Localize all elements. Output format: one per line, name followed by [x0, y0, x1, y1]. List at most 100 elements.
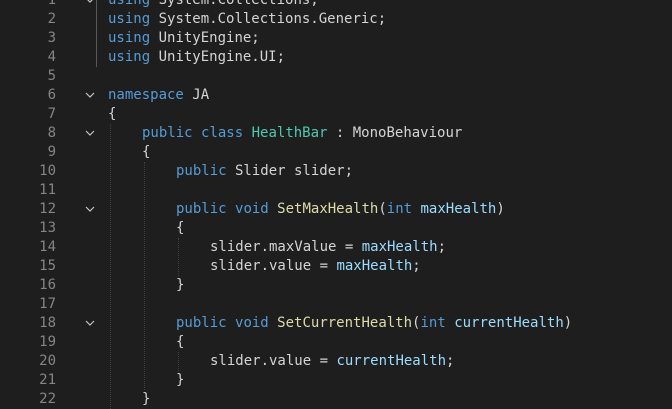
code-token: ) — [563, 315, 573, 331]
code-token: } — [176, 277, 185, 293]
line-number: 10 — [39, 163, 56, 179]
code-token: System.Collections; — [150, 0, 319, 8]
code-line[interactable]: 5 — [0, 67, 672, 86]
line-number: 13 — [39, 220, 56, 236]
code-line[interactable]: 15 slider.value = maxHealth; — [0, 257, 672, 276]
code-token: using — [108, 0, 151, 8]
code-token: void — [235, 315, 269, 331]
code-line[interactable]: 14 slider.maxValue = maxHealth; — [0, 238, 672, 257]
code-token: UnityEngine.UI; — [150, 49, 286, 65]
code-line[interactable]: 19 { — [0, 333, 672, 352]
code-text: public void SetCurrentHealth(int current… — [176, 314, 572, 333]
code-token: maxHealth — [336, 258, 413, 274]
code-line[interactable]: 13 { — [0, 219, 672, 238]
line-number: 6 — [47, 87, 56, 103]
code-token: System.Collections.Generic; — [150, 11, 387, 27]
code-line[interactable]: 8 public class HealthBar : MonoBehaviour — [0, 124, 672, 143]
line-number: 22 — [39, 391, 56, 407]
code-token: using — [108, 49, 151, 65]
code-token: ( — [378, 201, 387, 217]
code-line[interactable]: 12 public void SetMaxHealth(int maxHealth… — [0, 200, 672, 219]
line-number: 5 — [47, 68, 56, 84]
line-number: 17 — [39, 296, 56, 312]
code-text: } — [142, 390, 150, 409]
code-token: using — [108, 11, 151, 27]
code-token: ; — [412, 258, 421, 274]
code-token: SetMaxHealth — [277, 201, 379, 217]
code-token: public — [176, 201, 227, 217]
code-token: public — [176, 163, 227, 179]
code-token: maxHealth — [420, 201, 497, 217]
code-text: using UnityEngine; — [108, 29, 260, 48]
chevron-down-icon[interactable] — [84, 314, 100, 333]
chevron-down-icon[interactable] — [84, 124, 100, 143]
code-line[interactable]: 9{ — [0, 143, 672, 162]
code-token: Slider slider; — [226, 163, 354, 179]
code-line[interactable]: 2 using System.Collections.Generic; — [0, 10, 672, 29]
chevron-down-icon[interactable] — [84, 86, 100, 105]
chevron-down-icon[interactable] — [84, 200, 100, 219]
code-token: } — [176, 372, 185, 388]
code-token: { — [108, 106, 117, 122]
code-text: namespace JA — [108, 86, 209, 105]
line-number: 20 — [39, 353, 56, 369]
line-number: 15 — [39, 258, 56, 274]
line-number: 21 — [39, 372, 56, 388]
line-number: 2 — [47, 11, 56, 27]
code-token: void — [235, 201, 269, 217]
code-text: public Slider slider; — [176, 162, 353, 181]
code-line[interactable]: 10 public Slider slider; — [0, 162, 672, 181]
code-text: public void SetMaxHealth(int maxHealth) — [176, 200, 505, 219]
line-number: 18 — [39, 315, 56, 331]
code-text: { — [142, 143, 150, 162]
code-line[interactable]: 11 — [0, 181, 672, 200]
code-text: slider.value = maxHealth; — [210, 257, 421, 276]
code-line[interactable]: 22} — [0, 390, 672, 409]
code-line[interactable]: 4 using UnityEngine.UI; — [0, 48, 672, 67]
code-token: using — [108, 30, 151, 46]
code-line[interactable]: 21} — [0, 371, 672, 390]
line-number: 16 — [39, 277, 56, 293]
line-number: 1 — [47, 0, 56, 8]
code-line[interactable]: 17 — [0, 295, 672, 314]
code-token: UnityEngine; — [150, 30, 260, 46]
code-token: currentHealth — [336, 353, 447, 369]
line-number: 8 — [47, 125, 56, 141]
line-number: 14 — [39, 239, 56, 255]
code-line[interactable]: 3 using UnityEngine; — [0, 29, 672, 48]
code-token: : MonoBehaviour — [327, 125, 463, 141]
code-line[interactable]: 7{ — [0, 105, 672, 124]
code-token: slider.maxValue = — [210, 239, 362, 255]
code-text: using System.Collections; — [108, 0, 319, 10]
line-number: 9 — [47, 144, 56, 160]
code-token: slider.value = — [210, 353, 337, 369]
code-token: } — [142, 391, 151, 407]
code-text: using UnityEngine.UI; — [108, 48, 285, 67]
code-token: ) — [496, 201, 505, 217]
code-token: public — [176, 315, 227, 331]
code-token: HealthBar — [251, 125, 328, 141]
code-editor[interactable]: 1 using System.Collections; 2 using System.… — [0, 0, 672, 409]
code-text: } — [176, 276, 184, 295]
code-token: int — [386, 201, 413, 217]
code-token: ; — [446, 353, 455, 369]
code-token: maxHealth — [361, 239, 438, 255]
code-line[interactable]: 16} — [0, 276, 672, 295]
code-line[interactable]: 18 public void SetCurrentHealth(int curre… — [0, 314, 672, 333]
code-token: ; — [437, 239, 447, 255]
code-token: { — [176, 334, 185, 350]
chevron-down-icon[interactable] — [84, 0, 100, 10]
code-line[interactable]: 1 using System.Collections; — [0, 0, 672, 10]
code-line[interactable]: 20 slider.value = currentHealth; — [0, 352, 672, 371]
code-line[interactable]: 6 namespace JA — [0, 86, 672, 105]
line-number: 11 — [39, 182, 56, 198]
code-token: currentHealth — [454, 315, 564, 331]
code-text: using System.Collections.Generic; — [108, 10, 386, 29]
